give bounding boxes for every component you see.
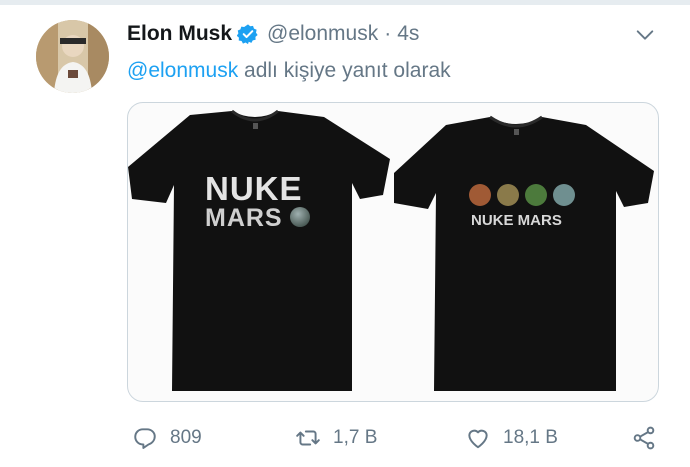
- like-count: 18,1 B: [503, 427, 558, 448]
- shirt-left-line2: MARS: [205, 204, 283, 232]
- reply-mention-link[interactable]: @elonmusk: [127, 59, 238, 82]
- avatar[interactable]: [36, 20, 109, 93]
- reply-context: @elonmusk adlı kişiye yanıt olarak: [127, 59, 451, 83]
- like-icon: [468, 429, 488, 449]
- author-handle[interactable]: @elonmusk: [267, 22, 378, 46]
- retweet-button[interactable]: 1,7 B: [295, 422, 377, 454]
- top-divider: [0, 0, 690, 5]
- reply-button[interactable]: 809: [132, 422, 202, 454]
- like-button[interactable]: 18,1 B: [465, 422, 558, 454]
- planet-mars-icon: [469, 184, 491, 206]
- timestamp[interactable]: 4s: [397, 22, 419, 46]
- separator-dot: ·: [384, 22, 392, 45]
- chevron-down-icon[interactable]: [634, 24, 656, 46]
- verified-badge-icon: [237, 24, 258, 45]
- tshirt-right: NUKE MARS: [394, 115, 654, 391]
- planet-terraform-1-icon: [497, 184, 519, 206]
- planet-terraform-2-icon: [525, 184, 547, 206]
- tweet-actions: 809 1,7 B 18,1 B: [127, 422, 667, 454]
- reply-count: 809: [170, 427, 202, 448]
- share-icon: [633, 426, 655, 450]
- avatar-image: [36, 20, 109, 93]
- shirt-right-text: NUKE MARS: [471, 212, 562, 229]
- planet-earth-icon: [553, 184, 575, 206]
- tshirts-image: NUKE MARS NUKE MARS: [128, 109, 654, 391]
- tweet-header: Elon Musk @elonmusk · 4s: [127, 20, 419, 48]
- retweet-icon: [296, 430, 320, 446]
- shirt-left-line1: NUKE: [205, 170, 303, 207]
- retweet-count: 1,7 B: [333, 427, 378, 448]
- author-name[interactable]: Elon Musk: [127, 22, 232, 46]
- reply-context-text: adlı kişiye yanıt olarak: [238, 59, 451, 82]
- tweet-media[interactable]: NUKE MARS NUKE MARS: [127, 102, 659, 402]
- share-button[interactable]: [631, 422, 657, 454]
- planet-icon: [290, 207, 310, 227]
- reply-icon: [134, 428, 156, 449]
- tshirt-left: NUKE MARS: [128, 109, 390, 391]
